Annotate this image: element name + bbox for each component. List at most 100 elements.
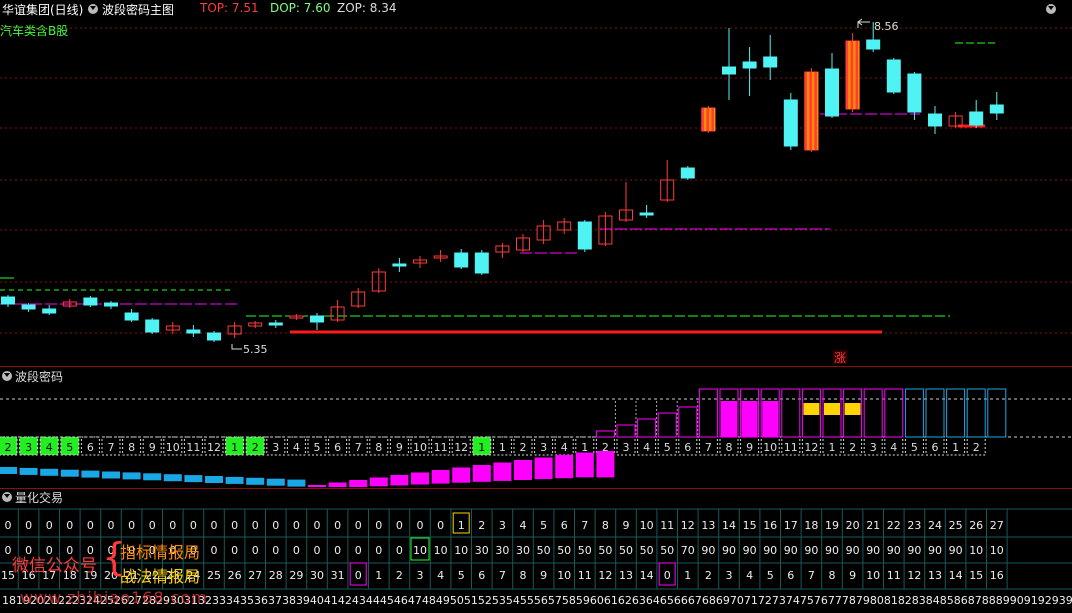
quant-cell: 90: [701, 544, 715, 557]
quant-cell: 0: [293, 544, 300, 557]
count-label: 1: [581, 441, 588, 454]
candle-body: [639, 212, 654, 216]
quant-cell: 90: [949, 544, 963, 557]
quant-cell: 1: [458, 519, 465, 532]
count-label: 1: [952, 441, 959, 454]
count-label: 11: [784, 441, 798, 454]
quant-cell: 0: [664, 569, 671, 582]
candle-body: [783, 99, 798, 147]
quant-cell: 0: [314, 544, 321, 557]
wave-bar-low: [40, 468, 59, 476]
wave-bar-low: [225, 476, 244, 484]
quant-cell: 27: [248, 569, 262, 582]
wave-bar-low: [596, 451, 615, 478]
count-label: 5: [66, 441, 73, 454]
wave-box: [987, 388, 1007, 438]
signal-stripe: [850, 41, 854, 109]
wave-bar-low: [122, 472, 141, 480]
wave-box: [657, 412, 677, 438]
quant-cell: 0: [355, 544, 362, 557]
quant-cell: 30: [310, 569, 324, 582]
quant-cell: 15: [743, 519, 757, 532]
wave-bar-low: [308, 485, 326, 487]
quant-cell: 0: [211, 519, 218, 532]
candle-body: [124, 312, 139, 321]
wave-bar-low: [246, 477, 265, 485]
count-label: 1: [231, 441, 238, 454]
panel3-title[interactable]: 量化交易: [15, 489, 63, 506]
count-label: 4: [293, 441, 300, 454]
signal-stripe: [701, 108, 704, 131]
signal-stripe: [814, 72, 817, 150]
candle-body: [886, 59, 901, 93]
watermark-line2: 战法情报局: [120, 567, 201, 586]
candle-body: [866, 39, 881, 50]
quant-cell: 0: [108, 519, 115, 532]
quant-cell: 90: [825, 544, 839, 557]
count-label: 1: [499, 441, 506, 454]
quant-cell: 50: [640, 544, 654, 557]
quant-cell: 8: [520, 569, 527, 582]
quant-cell: 14: [722, 519, 736, 532]
count-label: 10: [166, 441, 180, 454]
quant-cell: 3: [417, 569, 424, 582]
quant-cell: 10: [640, 519, 654, 532]
count-label: 10: [763, 441, 777, 454]
quant-cell: 4: [520, 519, 527, 532]
candle-body: [268, 322, 283, 326]
quant-cell: 2: [705, 569, 712, 582]
quant-cell: 2: [478, 519, 485, 532]
wave-bars: 2 3 4 5 6 7 8 9 10 11 12 1 2 3 4 5 6 7 8 9 10 11 12 1 1 2 3 4 1 2 3 4 5 6…: [0, 388, 1072, 487]
wave-panel[interactable]: 2 3 4 5 6 7 8 9 10 11 12 1 2 3 4 5 6 7 8 9 10 11 12 1 1 2 3 4 1 2 3 4 5 6…: [0, 367, 1072, 487]
wave-bar-low: [452, 467, 471, 483]
count-label: 3: [540, 441, 547, 454]
count-label: 9: [149, 441, 156, 454]
quant-cell: 24: [928, 519, 942, 532]
quant-cell: 0: [334, 519, 341, 532]
quant-cell: 19: [825, 519, 839, 532]
wave-bar-low: [266, 478, 285, 486]
quant-cell: 25: [207, 569, 221, 582]
quant-cell: 0: [437, 519, 444, 532]
quant-cell: 0: [355, 519, 362, 532]
candle-body: [104, 302, 118, 307]
count-label: 4: [890, 441, 897, 454]
wave-bar-low: [411, 472, 429, 485]
count-label: 2: [520, 441, 527, 454]
panel3-menu-icon[interactable]: [2, 492, 12, 502]
quant-cell: 50: [557, 544, 571, 557]
quant-cell: 11: [660, 519, 674, 532]
quant-cell: 13: [928, 569, 942, 582]
wave-fill: [721, 401, 737, 437]
count-label: 2: [849, 441, 856, 454]
wave-bar-low: [184, 475, 203, 483]
quant-cell: 50: [598, 544, 612, 557]
count-label: 2: [973, 441, 980, 454]
signal-stripe: [809, 72, 812, 150]
price-chart[interactable]: 8.56 5.35 涨: [0, 0, 1072, 366]
wave-bar-low: [534, 457, 553, 480]
quant-cell: 6: [561, 519, 568, 532]
quant-cell: 20: [846, 519, 860, 532]
quant-cell: 5: [767, 569, 774, 582]
wave-bar-low: [60, 469, 79, 477]
count-label: 3: [272, 441, 279, 454]
wave-bar-low: [163, 474, 182, 482]
candle-body: [83, 297, 98, 306]
quant-cell: 1: [684, 569, 691, 582]
count-label: 4: [643, 441, 650, 454]
quant-cell: 23: [907, 519, 921, 532]
quant-cell: 17: [784, 519, 798, 532]
quant-cell: 50: [537, 544, 551, 557]
candlesticks: [1, 22, 1004, 342]
quant-cell: 0: [66, 519, 73, 532]
count-label: 5: [314, 441, 321, 454]
candle-body: [1, 296, 15, 305]
quant-cell: 90: [907, 544, 921, 557]
wave-fill: [762, 401, 779, 437]
watermark-url: www.zhibiao168.com: [20, 588, 208, 607]
quant-cell: 6: [478, 569, 485, 582]
wave-fill: [824, 403, 840, 415]
quant-cell: 0: [252, 544, 259, 557]
quant-cell: 26: [228, 569, 242, 582]
